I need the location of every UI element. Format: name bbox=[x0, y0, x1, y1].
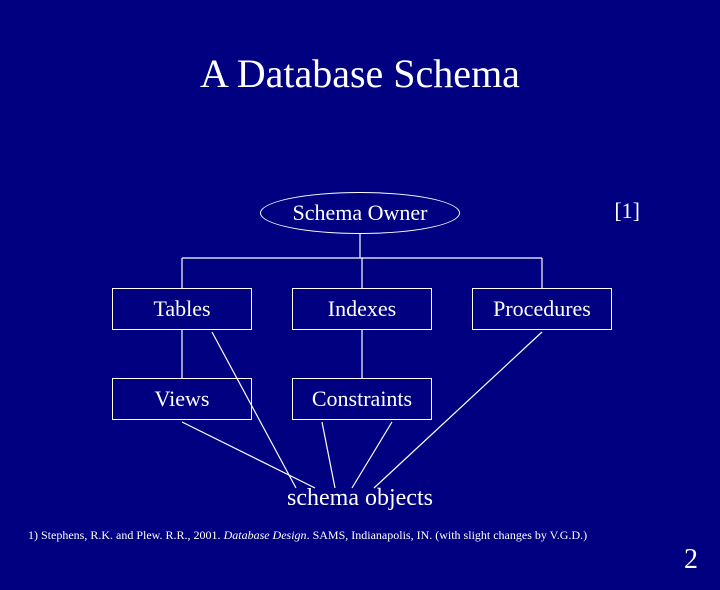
citation-footnote: 1) Stephens, R.K. and Plew. R.R., 2001. … bbox=[28, 528, 688, 543]
schema-owner-node: Schema Owner bbox=[260, 192, 460, 234]
page-number: 2 bbox=[684, 544, 698, 576]
schema-objects-caption: schema objects bbox=[0, 485, 720, 512]
indexes-node: Indexes bbox=[292, 288, 432, 330]
citation-marker: [1] bbox=[614, 198, 640, 224]
procedures-node: Procedures bbox=[472, 288, 612, 330]
views-node: Views bbox=[112, 378, 252, 420]
tables-node: Tables bbox=[112, 288, 252, 330]
constraints-node: Constraints bbox=[292, 378, 432, 420]
